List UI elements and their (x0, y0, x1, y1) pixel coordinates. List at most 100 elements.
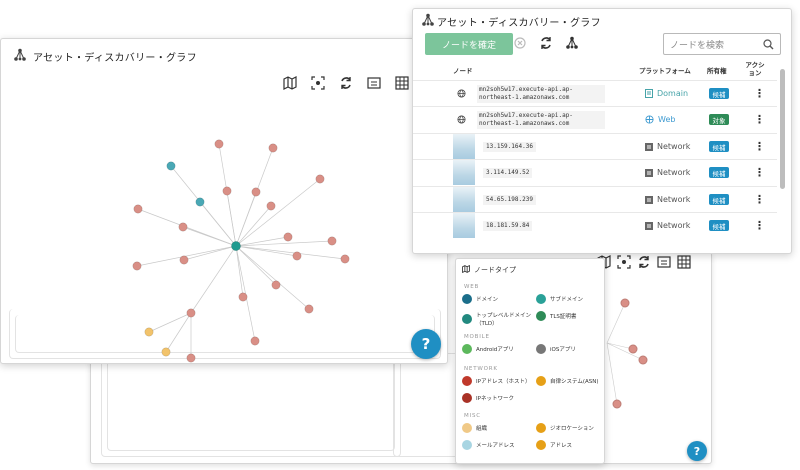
table-row[interactable]: mn2soh5w17.execute-api.ap-northeast-1.am… (413, 106, 777, 132)
legend-item: トップレベルドメイン（TLD） (462, 311, 534, 327)
screenshot-thumbnail (453, 213, 475, 238)
confirm-node-button[interactable]: ノードを確定 (425, 33, 513, 55)
ip-node[interactable] (133, 204, 143, 214)
legend-item: TLS証明書 (536, 311, 608, 321)
table-row[interactable]: 18.181.59.84 Network 候補 ⋮ (413, 212, 777, 238)
status-badge[interactable]: 候補 (709, 167, 729, 178)
graph-node[interactable] (620, 298, 630, 308)
ip-node[interactable] (315, 174, 325, 184)
table-row[interactable]: 3.114.149.52 Network 候補 ⋮ (413, 159, 777, 185)
help-button[interactable]: ? (411, 329, 441, 359)
node-name: mn2soh5w17.execute-api.ap-northeast-1.am… (477, 85, 605, 103)
status-badge[interactable]: 候補 (709, 220, 729, 231)
status-badge[interactable]: 候補 (709, 141, 729, 152)
legend-section-label: MISC (464, 413, 481, 419)
legend-item: サブドメイン (536, 294, 608, 304)
legend-item-label: サブドメイン (550, 297, 584, 303)
legend-item: IPアドレス（ホスト） (462, 376, 534, 386)
legend-item: 自律システム(ASN) (536, 376, 608, 386)
ip-node[interactable] (186, 308, 196, 318)
refresh-icon[interactable] (539, 36, 553, 50)
legend-section-label: NETWORK (464, 366, 498, 372)
node-search-input[interactable]: ノードを検索 (663, 33, 781, 55)
legend-color-icon (536, 311, 546, 321)
status-badge[interactable]: 対象 (709, 114, 729, 125)
graph-edge (235, 245, 346, 260)
row-action-menu-icon[interactable]: ⋮ (754, 141, 765, 152)
row-action-menu-icon[interactable]: ⋮ (754, 167, 765, 178)
screenshot-thumbnail (453, 187, 475, 212)
ip-node[interactable] (186, 353, 196, 363)
status-badge[interactable]: 候補 (709, 194, 729, 205)
graph-node[interactable] (612, 399, 622, 409)
legend-color-icon (536, 294, 546, 304)
table-row[interactable]: 54.65.198.239 Network 候補 ⋮ (413, 186, 777, 212)
ip-node[interactable] (271, 280, 281, 290)
scrollbar[interactable] (780, 69, 785, 189)
platform-cell: Network (645, 142, 690, 151)
row-action-menu-icon[interactable]: ⋮ (754, 88, 765, 99)
platform-label: Web (658, 115, 676, 124)
legend-item-label: 自律システム(ASN) (550, 379, 599, 385)
column-header-owner[interactable]: 所有権 (707, 65, 727, 75)
ip-node[interactable] (266, 201, 276, 211)
legend-color-icon (462, 344, 472, 354)
help-button[interactable]: ? (687, 441, 707, 461)
globe-icon (457, 89, 466, 98)
table-row[interactable]: mn2soh5w17.execute-api.ap-northeast-1.am… (413, 80, 777, 106)
domain-node[interactable] (195, 197, 205, 207)
legend-color-icon (536, 344, 546, 354)
table-view-icon[interactable] (677, 255, 691, 269)
ip-node[interactable] (179, 255, 189, 265)
list-view-icon[interactable] (657, 255, 671, 269)
table-row[interactable]: 13.159.164.36 Network 候補 ⋮ (413, 133, 777, 159)
legend-item: メールアドレス (462, 440, 534, 450)
legend-item-label: IPアドレス（ホスト） (476, 379, 531, 385)
asn-node[interactable] (161, 347, 171, 357)
legend-color-icon (462, 294, 472, 304)
ip-node[interactable] (214, 139, 224, 149)
ip-node[interactable] (178, 222, 188, 232)
row-action-menu-icon[interactable]: ⋮ (754, 220, 765, 231)
graph-node[interactable] (638, 355, 648, 365)
row-action-menu-icon[interactable]: ⋮ (754, 114, 765, 125)
asset-graph-panel: アセット・ディスカバリー・グラフ ? (0, 38, 448, 364)
legend-color-icon (536, 376, 546, 386)
ip-node[interactable] (292, 251, 302, 261)
node-type-legend: ノードタイプ WEB ドメイン サブドメイン トップレベルドメイン（TLD） TLS証明… (455, 258, 605, 464)
ip-node[interactable] (268, 143, 278, 153)
ip-node[interactable] (283, 232, 293, 242)
legend-item: ドメイン (462, 294, 534, 304)
ip-node[interactable] (132, 261, 142, 271)
platform-label: Network (657, 195, 691, 204)
platform-cell: Web (645, 115, 675, 124)
ip-node[interactable] (304, 304, 314, 314)
row-action-menu-icon[interactable]: ⋮ (754, 194, 765, 205)
focus-icon[interactable] (617, 255, 631, 269)
refresh-icon[interactable] (637, 255, 651, 269)
web-icon (645, 115, 654, 124)
ip-node[interactable] (251, 187, 261, 197)
column-header-action[interactable]: アクション (745, 61, 765, 77)
status-badge[interactable]: 候補 (709, 88, 729, 99)
legend-section-label: WEB (464, 284, 480, 290)
asn-node[interactable] (144, 327, 154, 337)
graph-node[interactable] (628, 344, 638, 354)
center-node[interactable] (231, 241, 241, 251)
panel-title: アセット・ディスカバリー・グラフ (437, 18, 601, 29)
ip-node[interactable] (340, 254, 350, 264)
legend-item-label: トップレベルドメイン（TLD） (476, 313, 532, 327)
clear-icon[interactable] (513, 36, 527, 50)
search-icon (763, 39, 774, 50)
ip-node[interactable] (250, 336, 260, 346)
ip-node[interactable] (327, 236, 337, 246)
ip-node[interactable] (238, 292, 248, 302)
domain-node[interactable] (166, 161, 176, 171)
column-header-platform[interactable]: プラットフォーム (639, 65, 691, 75)
ip-node[interactable] (222, 186, 232, 196)
legend-item-label: ドメイン (476, 297, 499, 303)
graph-view-icon[interactable] (565, 36, 579, 50)
node-name: mn2soh5w17.execute-api.ap-northeast-1.am… (477, 111, 605, 129)
column-header-node[interactable]: ノード (453, 65, 473, 75)
graph-canvas[interactable] (1, 39, 449, 365)
